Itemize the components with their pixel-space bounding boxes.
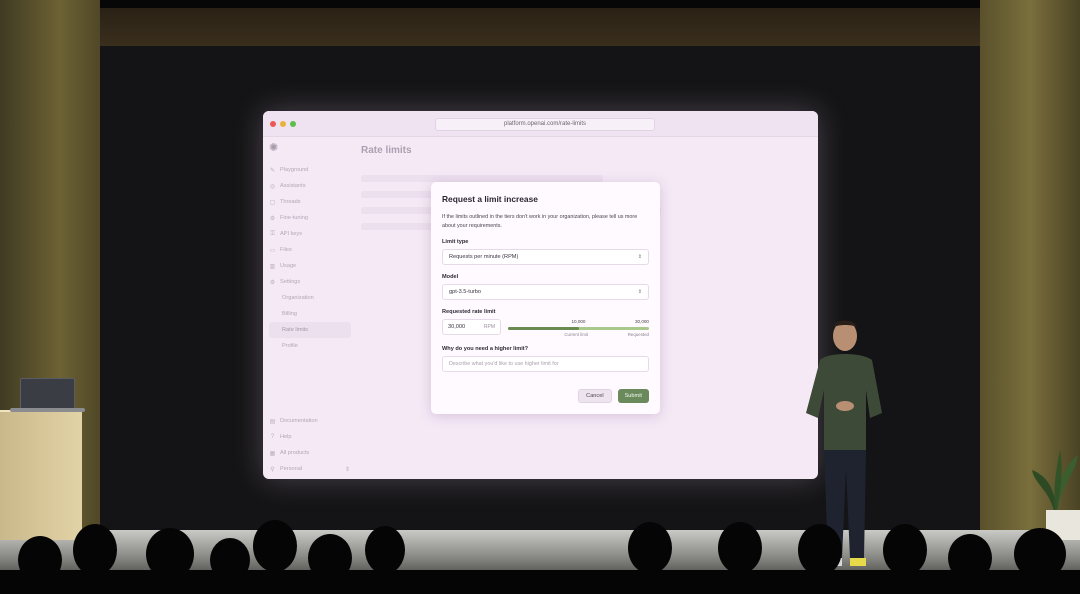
files-icon: ▭ [269, 247, 276, 254]
current-limit-value: 10,000 [571, 319, 586, 324]
sidebar-item-all-products[interactable]: ▦ All products [269, 445, 351, 461]
sidebar-item-label: All products [280, 450, 310, 456]
sidebar-item-label: Fine-tuning [280, 215, 308, 221]
bar-fill-current [508, 327, 579, 330]
limit-increase-dialog: Request a limit increase If the limits o… [431, 182, 660, 414]
venue-top [0, 0, 1080, 8]
sidebar-item-label: Help [280, 434, 292, 440]
current-limit-caption: Current limit [564, 332, 589, 337]
plant-icon [1032, 450, 1078, 515]
rate-limit-label: Requested rate limit [442, 309, 496, 315]
sidebar-item-label: Documentation [280, 418, 318, 424]
dialog-description: If the limits outlined in the tiers don'… [442, 214, 638, 229]
sidebar-item-billing[interactable]: Billing [269, 306, 351, 322]
limit-type-label: Limit type [442, 239, 469, 245]
laptop [20, 378, 75, 411]
minimize-window-button[interactable] [280, 121, 286, 127]
limit-type-select[interactable]: Requests per minute (RPM) ⇕ [442, 249, 649, 265]
sidebar-item-api-keys[interactable]: ⚿ API keys [269, 226, 351, 242]
sidebar-item-rate-limits[interactable]: Rate limits [269, 322, 351, 338]
audience [0, 520, 1080, 594]
help-icon: ? [270, 434, 275, 440]
threads-icon: ▢ [269, 199, 276, 206]
sidebar-item-files[interactable]: ▭ Files [269, 242, 351, 258]
fine-tuning-icon: ⚙ [269, 215, 276, 222]
openai-logo-icon[interactable]: ✺ [269, 143, 280, 154]
reason-label: Why do you need a higher limit? [442, 346, 529, 352]
all-products-icon: ▦ [269, 450, 276, 457]
sidebar-item-label: Files [280, 247, 292, 253]
sidebar-item-label: Threads [280, 199, 301, 205]
projected-screen: platform.openai.com/rate-limits ✺ ✎ Playg… [263, 111, 818, 479]
close-window-button[interactable] [270, 121, 276, 127]
sidebar-item-label: Assistants [280, 183, 306, 189]
usage-icon: ▥ [269, 263, 276, 270]
sidebar-item-threads[interactable]: ▢ Threads [269, 194, 351, 210]
documentation-icon: ▤ [269, 418, 276, 425]
dialog-actions: Cancel Submit [578, 389, 649, 403]
rate-limit-row: 30,000 RPM 10,000 30,000 Current limit R… [442, 319, 649, 341]
api-keys-icon: ⚿ [270, 230, 275, 237]
playground-icon: ✎ [269, 167, 276, 174]
personal-icon: ⚲ [270, 466, 275, 473]
skeleton-line [361, 175, 603, 182]
sidebar-item-fine-tuning[interactable]: ⚙ Fine-tuning [269, 210, 351, 226]
stage-beam [100, 8, 980, 46]
rate-limit-input[interactable]: 30,000 RPM [442, 319, 501, 335]
reason-input[interactable]: Describe what you'd like to use higher l… [442, 356, 649, 372]
sidebar-item-documentation[interactable]: ▤ Documentation [269, 413, 351, 429]
cancel-button[interactable]: Cancel [578, 389, 612, 403]
sidebar-item-label: API keys [280, 231, 303, 237]
bar-track [508, 327, 649, 330]
sidebar-bottom: ▤ Documentation ? Help ▦ All products ⚲ Pers… [269, 413, 351, 477]
sidebar-item-organization[interactable]: Organization [269, 290, 351, 306]
sidebar-nav: ✎ Playground ◎ Assistants ▢ Threads ⚙ Fine-t… [269, 162, 351, 354]
page-title: Rate limits [361, 145, 412, 156]
rate-limit-unit: RPM [483, 324, 495, 330]
sidebar-item-assistants[interactable]: ◎ Assistants [269, 178, 351, 194]
requested-caption: Requested [627, 332, 649, 337]
assistants-icon: ◎ [269, 183, 276, 190]
chevron-updown-icon: ⇕ [637, 254, 642, 260]
sidebar-item-usage[interactable]: ▥ Usage [269, 258, 351, 274]
laptop-base [10, 408, 85, 412]
chevron-updown-icon: ⇕ [344, 466, 351, 473]
sidebar: ✺ ✎ Playground ◎ Assistants ▢ Threads ⚙ Fine… [263, 137, 353, 479]
submit-button[interactable]: Submit [617, 389, 649, 403]
limit-comparison-bar[interactable]: 10,000 30,000 Current limit Requested [508, 319, 649, 341]
sidebar-item-help[interactable]: ? Help [269, 429, 351, 445]
address-bar[interactable]: platform.openai.com/rate-limits [435, 118, 655, 131]
settings-icon: ⚙ [269, 279, 276, 286]
sidebar-item-playground[interactable]: ✎ Playground [269, 162, 351, 178]
maximize-window-button[interactable] [290, 121, 296, 127]
sidebar-item-settings[interactable]: ⚙ Settings [269, 274, 351, 290]
model-label: Model [442, 274, 459, 280]
chevron-updown-icon: ⇕ [637, 289, 642, 295]
browser-titlebar: platform.openai.com/rate-limits [263, 111, 818, 137]
sidebar-item-label: Usage [280, 263, 297, 269]
dialog-title: Request a limit increase [442, 194, 538, 204]
sidebar-item-label: Personal [280, 466, 303, 472]
sidebar-item-personal[interactable]: ⚲ Personal ⇕ [269, 461, 351, 477]
limit-type-value: Requests per minute (RPM) [449, 254, 519, 260]
model-select[interactable]: gpt-3.5-turbo ⇕ [442, 284, 649, 300]
requested-limit-value: 30,000 [634, 319, 649, 324]
sidebar-item-label: Settings [280, 279, 301, 285]
rate-limit-value: 30,000 [448, 324, 466, 330]
sidebar-item-label: Playground [280, 167, 309, 173]
model-value: gpt-3.5-turbo [449, 289, 482, 295]
window-controls [270, 121, 296, 127]
sidebar-item-profile[interactable]: Profile [269, 338, 351, 354]
